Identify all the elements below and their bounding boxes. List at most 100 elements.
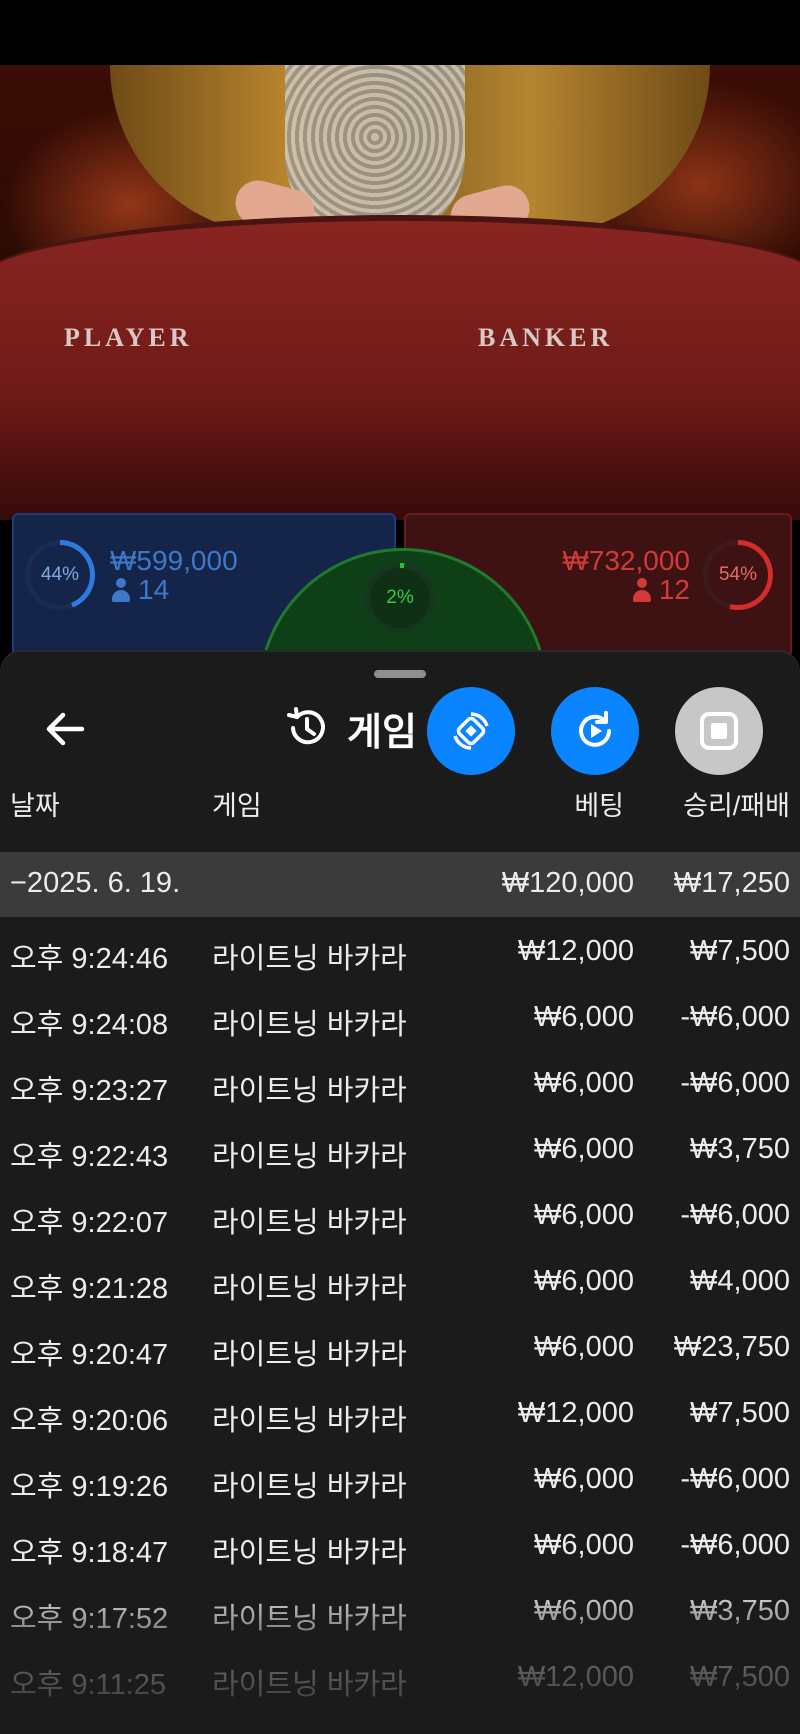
row-result: ₩7,500: [690, 1397, 790, 1429]
row-result: -₩6,000: [680, 1067, 790, 1099]
history-row[interactable]: 오후 9:20:06 라이트닝 바카라 ₩12,000 ₩7,500: [0, 1379, 800, 1445]
row-result: -₩6,000: [680, 1001, 790, 1033]
history-row[interactable]: 오후 9:23:27 라이트닝 바카라 ₩6,000 -₩6,000: [0, 1049, 800, 1115]
row-result: -₩6,000: [680, 1529, 790, 1561]
row-game: 라이트닝 바카라: [212, 1141, 407, 1173]
history-row[interactable]: 오후 9:24:08 라이트닝 바카라 ₩6,000 -₩6,000: [0, 983, 800, 1049]
row-time: 오후 9:19:26: [10, 1471, 169, 1503]
row-bet: ₩6,000: [534, 1001, 634, 1033]
banker-felt-label: BANKER: [478, 323, 614, 352]
baccarat-table: [0, 215, 800, 520]
row-result: -₩6,000: [680, 1199, 790, 1231]
history-icon: [287, 707, 325, 745]
row-game: 라이트닝 바카라: [212, 1273, 407, 1305]
row-game: 라이트닝 바카라: [212, 1405, 407, 1437]
row-game: 라이트닝 바카라: [212, 1537, 407, 1569]
history-list: 오후 9:24:46 라이트닝 바카라 ₩12,000 ₩7,500 오후 9:24:0…: [0, 917, 800, 1709]
row-bet: ₩6,000: [534, 1529, 634, 1561]
row-bet: ₩6,000: [534, 1595, 634, 1627]
row-bet: ₩6,000: [534, 1133, 634, 1165]
player-bet-amount: ₩599,000: [110, 545, 238, 576]
row-result: ₩7,500: [690, 935, 790, 967]
row-time: 오후 9:21:28: [10, 1273, 169, 1305]
stop-button[interactable]: [675, 687, 763, 775]
header-date: 날짜: [10, 791, 60, 821]
player-felt-label: PLAYER: [64, 323, 193, 352]
header-game: 게임: [212, 791, 262, 821]
history-row[interactable]: 오후 9:11:25 라이트닝 바카라 ₩12,000 ₩7,500: [0, 1643, 800, 1709]
row-time: 오후 9:20:06: [10, 1405, 169, 1437]
row-time: 오후 9:18:47: [10, 1537, 169, 1569]
replay-button[interactable]: [551, 687, 639, 775]
tie-percent-ring: 2%: [365, 563, 435, 633]
row-game: 라이트닝 바카라: [212, 1603, 407, 1635]
back-button[interactable]: [38, 702, 92, 756]
row-result: ₩3,750: [690, 1133, 790, 1165]
date-group-row[interactable]: −2025. 6. 19. ₩120,000 ₩17,250: [0, 852, 800, 917]
tie-percent: 2%: [386, 587, 414, 608]
row-result: ₩4,000: [690, 1265, 790, 1297]
history-row[interactable]: 오후 9:22:07 라이트닝 바카라 ₩6,000 -₩6,000: [0, 1181, 800, 1247]
player-percent: 44%: [40, 564, 80, 585]
row-time: 오후 9:24:08: [10, 1009, 169, 1041]
date-group-result: ₩17,250: [673, 867, 790, 899]
row-bet: ₩12,000: [517, 1661, 634, 1693]
live-dealer-video: PLAYER BANKER: [0, 65, 800, 520]
rotate-screen-button[interactable]: [427, 687, 515, 775]
row-bet: ₩6,000: [534, 1463, 634, 1495]
row-time: 오후 9:20:47: [10, 1339, 169, 1371]
row-time: 오후 9:11:25: [10, 1669, 167, 1701]
person-icon: [112, 578, 130, 602]
header-bet: 베팅: [574, 791, 624, 821]
history-row[interactable]: 오후 9:20:47 라이트닝 바카라 ₩6,000 ₩23,750: [0, 1313, 800, 1379]
arrow-left-icon: [46, 712, 85, 746]
rotate-screen-icon: [453, 712, 489, 750]
table-header: 날짜 게임 베팅 승리/패배: [0, 770, 800, 832]
game-history-sheet: 게임 날짜 게임 베팅 승리/패배 −2025. 6. 19. ₩120,000…: [0, 652, 800, 1734]
row-game: 라이트닝 바카라: [212, 1339, 407, 1371]
row-time: 오후 9:22:07: [10, 1207, 169, 1239]
row-bet: ₩6,000: [534, 1199, 634, 1231]
row-result: ₩7,500: [690, 1661, 790, 1693]
row-bet: ₩6,000: [534, 1067, 634, 1099]
row-time: 오후 9:24:46: [10, 943, 169, 975]
row-game: 라이트닝 바카라: [212, 1471, 407, 1503]
header-result: 승리/패배: [683, 791, 790, 821]
history-row[interactable]: 오후 9:19:26 라이트닝 바카라 ₩6,000 -₩6,000: [0, 1445, 800, 1511]
row-bet: ₩12,000: [517, 935, 634, 967]
replay-icon: [579, 711, 611, 747]
row-result: ₩23,750: [673, 1331, 790, 1363]
banker-bet-amount: ₩732,000: [562, 545, 690, 576]
row-game: 라이트닝 바카라: [212, 943, 407, 975]
person-icon: [632, 578, 651, 602]
row-result: -₩6,000: [680, 1463, 790, 1495]
row-game: 라이트닝 바카라: [212, 1009, 407, 1041]
row-bet: ₩6,000: [534, 1331, 634, 1363]
row-time: 오후 9:22:43: [10, 1141, 169, 1173]
history-row[interactable]: 오후 9:18:47 라이트닝 바카라 ₩6,000 -₩6,000: [0, 1511, 800, 1577]
player-percent-ring: 44%: [25, 540, 95, 610]
banker-percent: 54%: [718, 564, 758, 585]
history-row[interactable]: 오후 9:24:46 라이트닝 바카라 ₩12,000 ₩7,500: [0, 917, 800, 983]
player-bettor-count: 14: [112, 574, 169, 606]
sheet-title-wrap: 게임: [285, 696, 417, 760]
date-group-bet: ₩120,000: [501, 867, 634, 899]
sheet-title: 게임: [347, 711, 417, 754]
history-row[interactable]: 오후 9:17:52 라이트닝 바카라 ₩6,000 ₩3,750: [0, 1577, 800, 1643]
date-group-label: −2025. 6. 19.: [10, 867, 181, 899]
row-time: 오후 9:23:27: [10, 1075, 169, 1107]
row-time: 오후 9:17:52: [10, 1603, 169, 1635]
row-bet: ₩6,000: [534, 1265, 634, 1297]
row-result: ₩3,750: [690, 1595, 790, 1627]
player-count-value: 14: [138, 574, 170, 605]
row-game: 라이트닝 바카라: [212, 1207, 407, 1239]
banker-bettor-count: 12: [632, 574, 690, 606]
history-row[interactable]: 오후 9:22:43 라이트닝 바카라 ₩6,000 ₩3,750: [0, 1115, 800, 1181]
row-game: 라이트닝 바카라: [212, 1669, 407, 1701]
banker-count-value: 12: [658, 574, 690, 605]
drag-handle[interactable]: [374, 670, 426, 678]
status-bar: [0, 0, 800, 65]
row-game: 라이트닝 바카라: [212, 1075, 407, 1107]
row-bet: ₩12,000: [517, 1397, 634, 1429]
history-row[interactable]: 오후 9:21:28 라이트닝 바카라 ₩6,000 ₩4,000: [0, 1247, 800, 1313]
